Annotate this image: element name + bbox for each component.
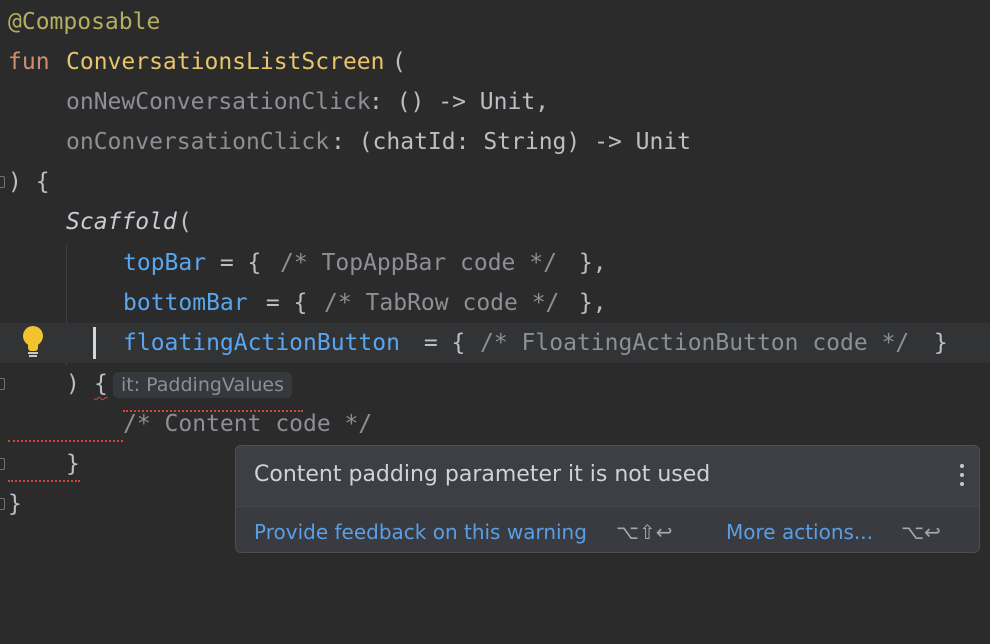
code-line-5: ) { [0,162,990,202]
code-editor[interactable]: @Composable fun ConversationsListScreen … [0,0,990,561]
named-argument: floatingActionButton [123,330,400,356]
fold-marker[interactable] [0,458,5,470]
popup-actions: Provide feedback on this warning ⌥⇧↩ Mor… [236,506,979,552]
fold-marker[interactable] [0,176,5,188]
lambda-open: = { [410,330,480,356]
lambda-open: = { [252,290,322,316]
lambda-close: } [920,330,948,356]
comment: /* TabRow code */ [324,290,560,316]
text-caret [93,327,96,359]
comment: /* FloatingActionButton code */ [480,330,910,356]
provide-feedback-link[interactable]: Provide feedback on this warning [254,520,587,544]
code-line-1: @Composable [0,2,990,42]
code-line-6: Scaffold ( [0,202,990,242]
feedback-shortcut: ⌥⇧↩ [616,520,673,544]
error-underline [8,436,123,442]
lightbulb-icon[interactable] [22,325,44,359]
parameter-type: : (chatId: String) -> Unit [331,129,692,155]
warning-message: Content padding parameter it is not used [254,462,711,487]
code-line-9: floatingActionButton = { /* FloatingActi… [0,323,990,363]
function-body-open: ) { [8,169,50,195]
open-paren: ( [392,49,406,75]
fun-keyword: fun [8,49,50,75]
code-line-4: onConversationClick : (chatId: String) -… [0,122,990,162]
annotation: @Composable [8,9,161,35]
lambda-open: = { [206,250,276,276]
parameter-inlay-hint: it: PaddingValues [113,372,292,398]
named-argument: bottomBar [123,290,248,316]
warning-popup: Content padding parameter it is not used… [235,445,980,553]
close-paren: ) [66,371,80,397]
code-line-7: topBar = { /* TopAppBar code */ }, [0,243,990,283]
lambda-close: }, [565,250,607,276]
more-actions-link[interactable]: More actions... [726,520,873,544]
scaffold-call: Scaffold [66,209,177,235]
comment: /* TopAppBar code */ [280,250,557,276]
error-underline [8,476,80,482]
fold-marker[interactable] [0,378,5,390]
function-name: ConversationsListScreen [66,49,385,75]
code-line-3: onNewConversationClick : () -> Unit, [0,82,990,122]
lambda-close: }, [565,290,607,316]
more-actions-shortcut: ⌥↩ [901,520,941,544]
parameter-type: : () -> Unit, [369,89,550,115]
content-lambda-brace: { [94,371,108,397]
more-options-icon[interactable] [959,464,965,488]
parameter-name: onNewConversationClick [66,89,371,115]
error-underline [123,404,303,412]
fold-marker[interactable] [0,498,5,510]
code-line-8: bottomBar = { /* TabRow code */ }, [0,283,990,323]
named-argument: topBar [123,250,207,276]
closing-brace: } [8,491,22,517]
parameter-name: onConversationClick [66,129,330,155]
code-line-2: fun ConversationsListScreen ( [0,42,990,82]
open-paren: ( [178,209,192,235]
